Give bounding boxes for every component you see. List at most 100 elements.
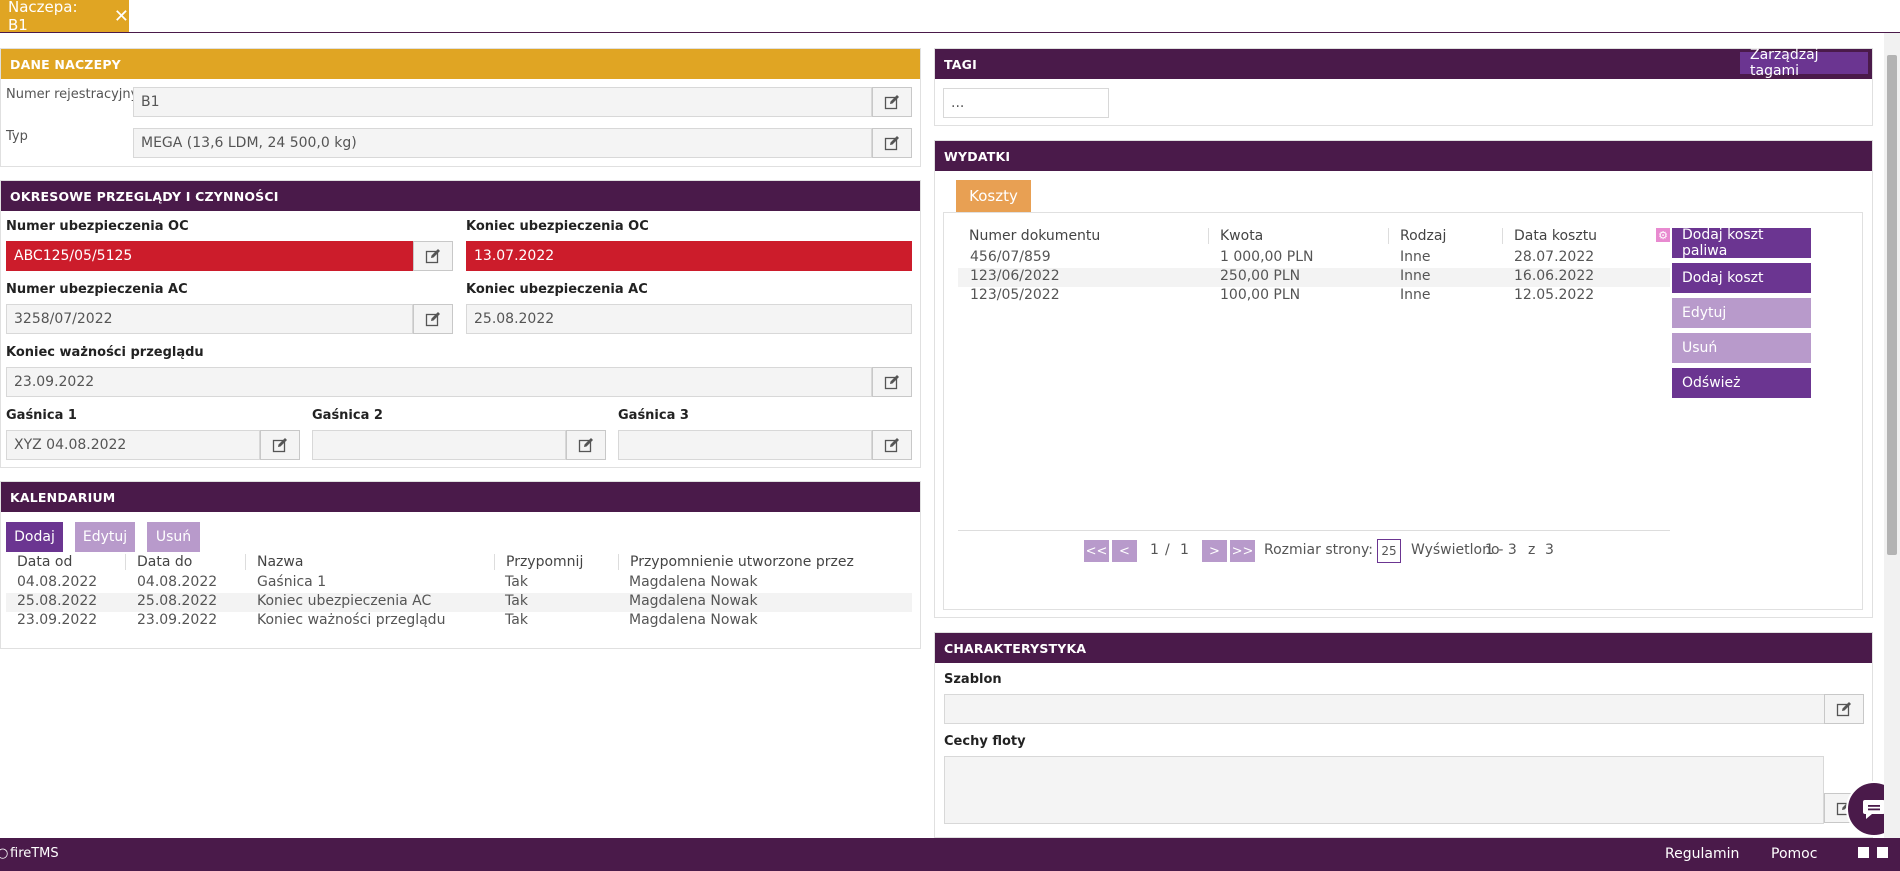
ac-end-field[interactable]: 25.08.2022 — [466, 304, 912, 334]
of-label: z — [1528, 542, 1536, 558]
footer: ○ fireTMS Regulamin Pomoc — [0, 838, 1900, 871]
facebook-icon[interactable] — [1877, 847, 1888, 858]
delete-button[interactable]: Usuń — [147, 522, 200, 552]
refresh-button[interactable]: Odśwież — [1672, 368, 1811, 398]
cell: 28.07.2022 — [1514, 249, 1595, 265]
col-header[interactable]: Rodzaj — [1388, 228, 1446, 244]
col-header[interactable]: Data do — [125, 554, 192, 570]
ac-end-label: Koniec ubezpieczenia AC — [466, 282, 648, 297]
ac-num-label: Numer ubezpieczenia AC — [6, 282, 188, 297]
przeglad-field[interactable]: 23.09.2022 — [6, 367, 872, 397]
page-size-label: Rozmiar strony: — [1264, 542, 1373, 558]
cell: 1 000,00 PLN — [1220, 249, 1314, 265]
edit-g3-button[interactable] — [872, 430, 912, 460]
add-button[interactable]: Dodaj — [6, 522, 63, 552]
edit-icon — [884, 375, 899, 390]
col-header[interactable]: Kwota — [1208, 228, 1263, 244]
close-icon[interactable]: ✕ — [114, 6, 129, 27]
shown-total: 3 — [1545, 542, 1554, 558]
przeglad-label: Koniec ważności przeglądu — [6, 345, 204, 360]
terms-link[interactable]: Regulamin — [1665, 846, 1739, 862]
oc-end-label: Koniec ubezpieczenia OC — [466, 219, 649, 234]
cechy-field[interactable] — [944, 756, 1824, 824]
cell: 123/06/2022 — [970, 268, 1060, 284]
g2-field[interactable] — [312, 430, 566, 460]
col-header[interactable]: Data kosztu — [1502, 228, 1597, 244]
panel-title: TAGI — [944, 56, 977, 72]
tags-input[interactable]: ... — [943, 88, 1109, 118]
edit-oc-button[interactable] — [413, 241, 453, 271]
edit-g1-button[interactable] — [260, 430, 300, 460]
charakterystyka-panel: CHARAKTERYSTYKA Szablon Cechy floty — [934, 632, 1873, 838]
edit-ac-button[interactable] — [413, 304, 453, 334]
prev-page-button[interactable]: < — [1112, 540, 1137, 562]
g3-field[interactable] — [618, 430, 872, 460]
cell: 250,00 PLN — [1220, 268, 1301, 284]
brand[interactable]: fireTMS — [10, 846, 59, 861]
edit-reg-button[interactable] — [872, 87, 912, 117]
add-fuel-cost-button[interactable]: Dodaj koszt paliwa — [1672, 227, 1811, 259]
last-page-button[interactable]: >> — [1230, 540, 1255, 562]
wydatki-panel: WYDATKI Koszty Numer dokumentu Kwota Rod… — [934, 140, 1873, 618]
cell: 456/07/859 — [970, 249, 1051, 265]
cell: 23.09.2022 — [17, 612, 98, 628]
edit-cost-button[interactable]: Edytuj — [1672, 298, 1811, 328]
cell: Inne — [1400, 249, 1431, 265]
delete-cost-button[interactable]: Usuń — [1672, 333, 1811, 363]
cechy-label: Cechy floty — [944, 734, 1026, 749]
cell: 25.08.2022 — [17, 593, 98, 609]
g2-label: Gaśnica 2 — [312, 408, 383, 423]
scrollbar[interactable] — [1884, 33, 1900, 838]
next-page-button[interactable]: > — [1202, 540, 1227, 562]
twitter-icon[interactable] — [1858, 847, 1869, 858]
current-page: 1 — [1150, 542, 1159, 558]
edit-icon — [578, 438, 593, 453]
edit-szablon-button[interactable] — [1824, 694, 1864, 724]
edit-przeglad-button[interactable] — [872, 367, 912, 397]
cell: Koniec ważności przeglądu — [257, 612, 446, 628]
oc-end-field[interactable]: 13.07.2022 — [466, 241, 912, 271]
firetms-logo-icon: ○ — [0, 846, 9, 861]
cell: Magdalena Nowak — [629, 593, 758, 609]
page-separator: / — [1165, 542, 1170, 558]
edit-typ-button[interactable] — [872, 128, 912, 158]
tab-naczepa[interactable]: Naczepa: B1 ✕ — [0, 0, 129, 34]
help-link[interactable]: Pomoc — [1771, 846, 1817, 862]
col-header[interactable]: Nazwa — [245, 554, 303, 570]
col-header[interactable]: Przypomnij — [494, 554, 583, 570]
edit-icon — [884, 136, 899, 151]
edit-g2-button[interactable] — [566, 430, 606, 460]
dane-naczepy-panel: DANE NACZEPY Numer rejestracyjny B1 Typ … — [0, 48, 921, 167]
typ-label: Typ — [6, 129, 28, 144]
edit-button[interactable]: Edytuj — [75, 522, 135, 552]
edit-icon — [884, 95, 899, 110]
tab-koszty[interactable]: Koszty — [956, 180, 1031, 212]
col-header[interactable]: Przypomnienie utworzone przez — [618, 554, 854, 570]
cell: 12.05.2022 — [1514, 287, 1595, 303]
oc-num-field[interactable]: ABC125/05/5125 — [6, 241, 413, 271]
manage-tags-button[interactable]: Zarządzaj tagami — [1740, 47, 1868, 79]
scrollbar-thumb[interactable] — [1887, 55, 1897, 555]
col-header[interactable]: Numer dokumentu — [958, 228, 1100, 244]
cell: Magdalena Nowak — [629, 612, 758, 628]
cell: Inne — [1400, 287, 1431, 303]
okresowe-panel: OKRESOWE PRZEGLĄDY I CZYNNOŚCI Numer ube… — [0, 180, 921, 468]
total-pages: 1 — [1180, 542, 1189, 558]
g1-field[interactable]: XYZ 04.08.2022 — [6, 430, 260, 460]
cell: Tak — [505, 593, 528, 609]
szablon-field[interactable] — [944, 694, 1834, 724]
typ-field[interactable]: MEGA (13,6 LDM, 24 500,0 kg) — [133, 128, 872, 158]
gear-icon[interactable]: ⚙ — [1656, 228, 1670, 242]
cell: Tak — [505, 574, 528, 590]
cell: 123/05/2022 — [970, 287, 1060, 303]
col-header[interactable]: Data od — [6, 554, 72, 570]
page-size-input[interactable]: 25 — [1377, 539, 1401, 563]
g3-label: Gaśnica 3 — [618, 408, 689, 423]
add-cost-button[interactable]: Dodaj koszt — [1672, 263, 1811, 293]
cell: 100,00 PLN — [1220, 287, 1301, 303]
reg-field[interactable]: B1 — [133, 87, 872, 117]
ac-num-field[interactable]: 3258/07/2022 — [6, 304, 413, 334]
cell: Tak — [505, 612, 528, 628]
pager-divider — [958, 530, 1670, 531]
first-page-button[interactable]: << — [1084, 540, 1109, 562]
